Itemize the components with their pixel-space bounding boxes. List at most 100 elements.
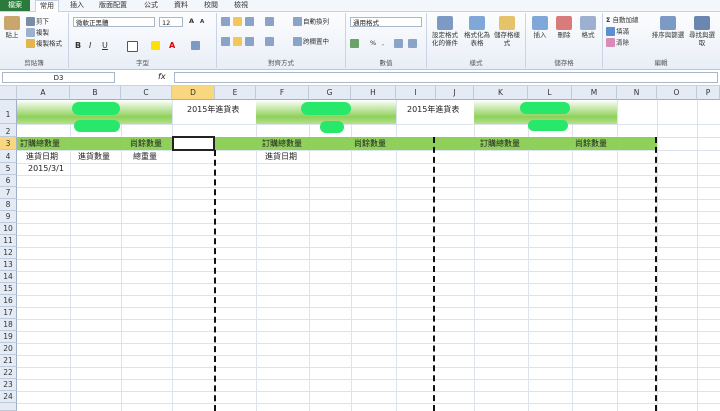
- select-all-corner[interactable]: [0, 86, 17, 100]
- cell-b4[interactable]: 進貨數量: [78, 151, 110, 163]
- shrink-font-button[interactable]: A: [200, 18, 204, 27]
- tab-file[interactable]: 檔案: [0, 0, 30, 11]
- tab-insert[interactable]: 插入: [66, 0, 88, 11]
- fill-button[interactable]: 填滿: [606, 27, 629, 37]
- cell-k3[interactable]: 訂購總數量: [480, 138, 520, 150]
- row-header-22[interactable]: 22: [0, 367, 17, 379]
- cell-f4[interactable]: 進貨日期: [265, 151, 297, 163]
- autosum-button[interactable]: Σ 自動加總: [606, 16, 639, 25]
- italic-button[interactable]: I: [89, 41, 91, 50]
- row-header-4[interactable]: 4: [0, 150, 17, 163]
- cell-a3[interactable]: 訂購總數量: [20, 138, 60, 150]
- align-bottom-button[interactable]: [245, 17, 255, 27]
- tab-view[interactable]: 檢視: [230, 0, 252, 11]
- row-header-9[interactable]: 9: [0, 211, 17, 223]
- percent-button[interactable]: %: [370, 39, 376, 48]
- align-middle-button[interactable]: [233, 17, 243, 27]
- active-cell-d3[interactable]: [172, 136, 215, 151]
- row-header-19[interactable]: 19: [0, 331, 17, 343]
- delete-cells-button[interactable]: 刪除: [553, 16, 575, 39]
- row-header-21[interactable]: 21: [0, 355, 17, 367]
- decrease-decimal-button[interactable]: [408, 39, 418, 49]
- cell-c3[interactable]: 尚餘數量: [130, 138, 162, 150]
- cut-button[interactable]: 剪下: [26, 17, 49, 27]
- row-header-10[interactable]: 10: [0, 223, 17, 235]
- col-header-d[interactable]: D: [172, 86, 215, 100]
- col-header-m[interactable]: M: [572, 86, 617, 100]
- conditional-format-button[interactable]: 設定格式化的條件: [429, 16, 461, 47]
- font-color-button[interactable]: A: [169, 41, 175, 50]
- number-format-combo[interactable]: 通用格式: [350, 17, 422, 27]
- cell-f3[interactable]: 訂購總數量: [262, 138, 302, 150]
- borders-button[interactable]: [127, 41, 139, 52]
- row-header-3[interactable]: 3: [0, 137, 17, 150]
- sort-filter-button[interactable]: 排序與篩選: [651, 16, 685, 39]
- col-header-b[interactable]: B: [70, 86, 121, 100]
- row-header-5[interactable]: 5: [0, 163, 17, 175]
- align-center-button[interactable]: [233, 37, 243, 47]
- row-header-16[interactable]: 16: [0, 295, 17, 307]
- insert-function-icon[interactable]: fx: [158, 72, 166, 81]
- col-header-f[interactable]: F: [256, 86, 309, 100]
- col-header-a[interactable]: A: [17, 86, 70, 100]
- indent-button[interactable]: [265, 37, 275, 47]
- cell-styles-button[interactable]: 儲存格樣式: [493, 16, 521, 47]
- tab-page-layout[interactable]: 版面配置: [96, 0, 130, 11]
- format-cells-button[interactable]: 格式: [577, 16, 599, 39]
- col-header-c[interactable]: C: [121, 86, 172, 100]
- font-size-combo[interactable]: 12: [159, 17, 183, 27]
- cell-m3[interactable]: 尚餘數量: [575, 138, 607, 150]
- col-header-p[interactable]: P: [697, 86, 720, 100]
- find-select-button[interactable]: 尋找與選取: [687, 16, 717, 47]
- tab-data[interactable]: 資料: [170, 0, 192, 11]
- currency-button[interactable]: [350, 39, 360, 49]
- name-box[interactable]: D3: [2, 72, 115, 83]
- row-header-25[interactable]: [0, 403, 17, 411]
- cell-h3[interactable]: 尚餘數量: [354, 138, 386, 150]
- align-top-button[interactable]: [221, 17, 231, 27]
- col-header-k[interactable]: K: [474, 86, 528, 100]
- copy-button[interactable]: 複製: [26, 28, 49, 38]
- cell-d1[interactable]: 2015年進貨表: [187, 104, 239, 116]
- col-header-n[interactable]: N: [617, 86, 657, 100]
- orientation-button[interactable]: [265, 17, 275, 27]
- cell-c4[interactable]: 總重量: [133, 151, 157, 163]
- cell-a4[interactable]: 進貨日期: [26, 151, 58, 163]
- comma-button[interactable]: ,: [382, 39, 384, 48]
- phonetic-button[interactable]: [191, 41, 201, 51]
- row-header-7[interactable]: 7: [0, 187, 17, 199]
- insert-cells-button[interactable]: 插入: [529, 16, 551, 39]
- row-header-6[interactable]: 6: [0, 175, 17, 187]
- row-header-23[interactable]: 23: [0, 379, 17, 391]
- row-header-13[interactable]: 13: [0, 259, 17, 271]
- row-header-12[interactable]: 12: [0, 247, 17, 259]
- row-header-8[interactable]: 8: [0, 199, 17, 211]
- grow-font-button[interactable]: A: [189, 17, 194, 26]
- col-header-i[interactable]: I: [396, 86, 436, 100]
- col-header-e[interactable]: E: [215, 86, 256, 100]
- align-right-button[interactable]: [245, 37, 255, 47]
- formula-input[interactable]: [174, 72, 718, 83]
- cell-a5[interactable]: 2015/3/1: [28, 163, 64, 175]
- worksheet-grid[interactable]: A B C D E F G H I J K L M N O P 1 2 3 4 …: [0, 86, 720, 411]
- cell-i1[interactable]: 2015年進貨表: [407, 104, 459, 116]
- row-header-2[interactable]: 2: [0, 124, 17, 137]
- bold-button[interactable]: B: [75, 41, 81, 50]
- format-painter-button[interactable]: 複製格式: [26, 39, 62, 49]
- fill-color-button[interactable]: [151, 41, 161, 51]
- row-header-1[interactable]: 1: [0, 100, 17, 124]
- increase-decimal-button[interactable]: [394, 39, 404, 49]
- align-left-button[interactable]: [221, 37, 231, 47]
- row-header-11[interactable]: 11: [0, 235, 17, 247]
- row-header-17[interactable]: 17: [0, 307, 17, 319]
- wrap-text-button[interactable]: 自動換列: [293, 17, 329, 27]
- row-header-18[interactable]: 18: [0, 319, 17, 331]
- col-header-j[interactable]: J: [436, 86, 474, 100]
- paste-button[interactable]: 貼上: [2, 16, 22, 39]
- col-header-o[interactable]: O: [657, 86, 697, 100]
- format-as-table-button[interactable]: 格式化為表格: [463, 16, 491, 47]
- tab-review[interactable]: 校閱: [200, 0, 222, 11]
- merge-center-button[interactable]: 跨欄置中: [293, 37, 329, 47]
- row-header-24[interactable]: 24: [0, 391, 17, 403]
- clear-button[interactable]: 清除: [606, 38, 629, 48]
